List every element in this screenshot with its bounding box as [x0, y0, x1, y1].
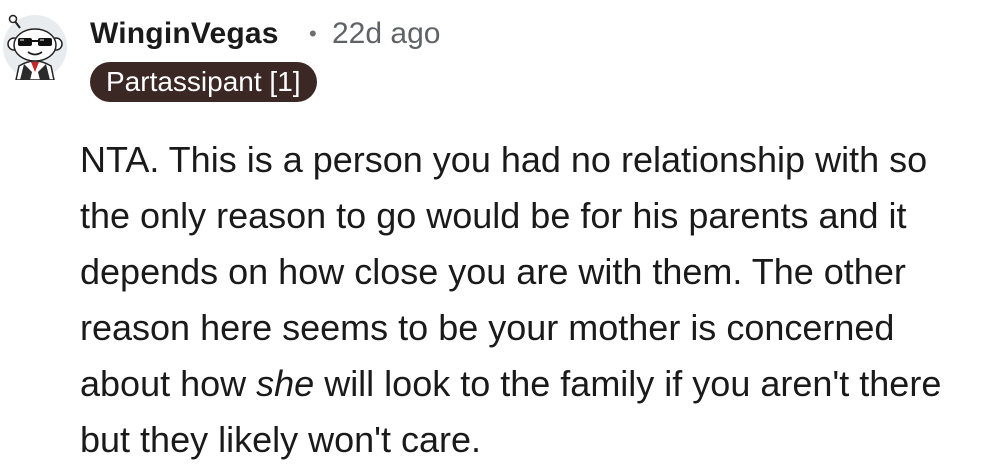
comment: WinginVegas • 22d ago Partassipant [1] N…: [0, 0, 995, 473]
author-username[interactable]: WinginVegas: [90, 14, 279, 54]
user-flair-badge: Partassipant [1]: [90, 62, 317, 102]
snoo-avatar-icon: [3, 14, 67, 81]
meta-separator: •: [309, 21, 317, 46]
comment-timestamp[interactable]: 22d ago: [332, 14, 440, 54]
comment-text: NTA. This is a person you had no relatio…: [80, 132, 985, 468]
avatar[interactable]: [2, 14, 68, 81]
comment-text-emphasis: she: [256, 363, 315, 404]
comment-body: NTA. This is a person you had no relatio…: [80, 132, 985, 468]
